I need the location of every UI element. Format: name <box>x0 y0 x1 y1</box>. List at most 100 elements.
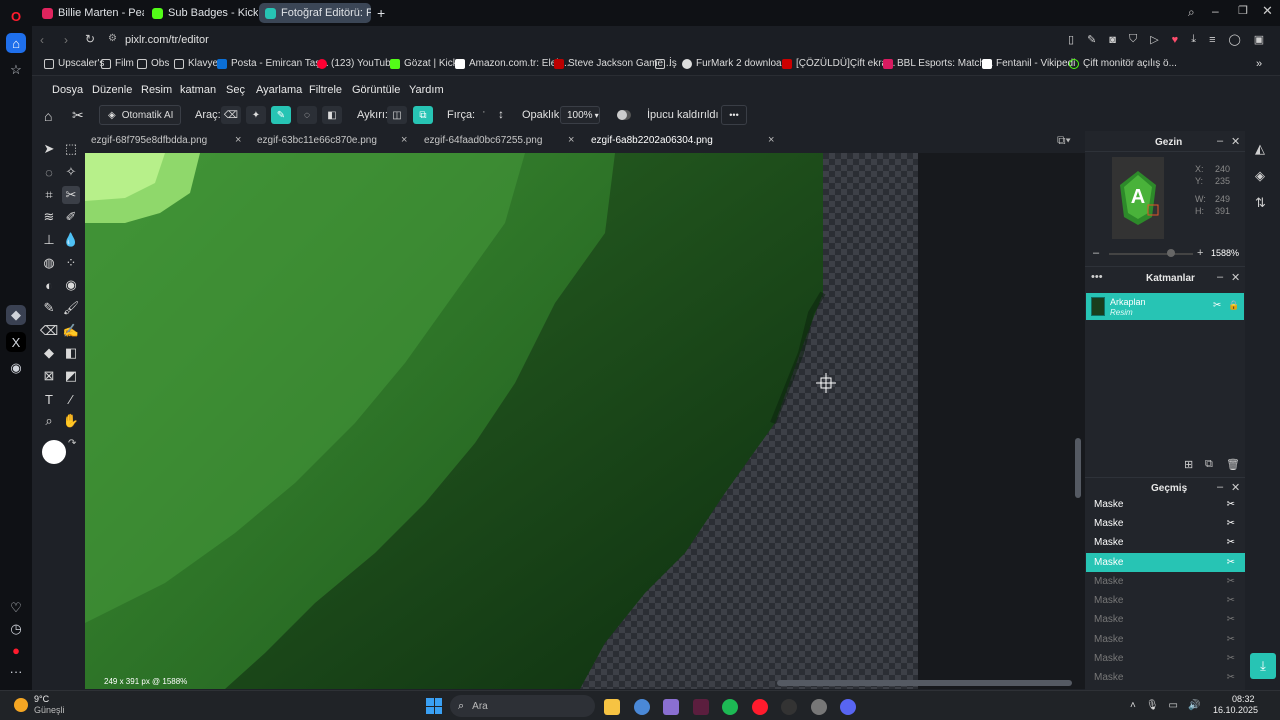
history-icon[interactable]: ◷ <box>6 619 26 639</box>
bookmark-folder[interactable]: Obs <box>137 58 169 69</box>
tool-eraser-button[interactable]: ⌫ <box>221 106 241 124</box>
browser-tab[interactable]: Sub Badges - Kick Dashb <box>146 3 258 23</box>
favorite-heart-icon[interactable]: ♥ <box>1172 34 1179 46</box>
document-tab[interactable]: ezgif-68f795e8dfbdda.png <box>91 135 207 146</box>
zoom-out-icon[interactable]: – <box>1093 247 1099 259</box>
tool-magic-button[interactable]: ✦ <box>246 106 266 124</box>
fill-tool-icon[interactable]: ◆ <box>40 344 58 362</box>
menu-file[interactable]: Dosya <box>52 84 83 96</box>
player-icon[interactable]: ▷ <box>1150 33 1158 46</box>
spotify-icon[interactable] <box>722 699 738 715</box>
lasso-tool-icon[interactable]: ◌ <box>40 163 58 181</box>
gear-app-icon[interactable] <box>811 699 827 715</box>
menu-edit[interactable]: Düzenle <box>92 84 132 96</box>
forward-icon[interactable]: › <box>64 33 68 47</box>
reload-icon[interactable]: ↻ <box>85 32 95 46</box>
close-tab-icon[interactable]: × <box>401 134 407 146</box>
horizontal-scrollbar[interactable] <box>777 680 1072 686</box>
marquee-tool-icon[interactable]: ⬚ <box>62 140 80 158</box>
pencil-tool-icon[interactable]: ✎ <box>40 299 58 317</box>
history-item[interactable]: Maske ✂ <box>1086 514 1245 533</box>
cutout-icon[interactable]: ✂ <box>1213 300 1221 311</box>
menu-layer[interactable]: katman <box>180 84 216 96</box>
history-item[interactable]: Maske ✂ <box>1086 572 1245 591</box>
pinboard-icon[interactable]: ☆ <box>6 60 26 80</box>
zoom-slider[interactable] <box>1109 253 1193 255</box>
drop-tool-icon[interactable]: 💧 <box>62 231 80 249</box>
frame-tool-icon[interactable]: ⊠ <box>40 367 58 385</box>
app-icon[interactable] <box>663 699 679 715</box>
collapse-icon[interactable]: – <box>1217 271 1223 283</box>
layers-options-icon[interactable]: ••• <box>1091 271 1103 283</box>
bookmark-link[interactable]: Amazon.com.tr: Elek... <box>455 58 570 69</box>
delete-layer-icon[interactable]: 🗑 <box>1226 458 1240 471</box>
x-twitter-icon[interactable]: X <box>6 332 26 352</box>
editor-app-icon[interactable] <box>693 699 709 715</box>
windows-start-icon[interactable] <box>426 698 442 714</box>
cutout-tool-icon[interactable]: ✂ <box>62 186 80 204</box>
vertical-scrollbar[interactable] <box>1075 438 1081 498</box>
mode-subtract-button[interactable]: ⧉ <box>413 106 433 124</box>
menu-adjust[interactable]: Ayarlama <box>256 84 302 96</box>
opera-small-icon[interactable]: ● <box>6 640 26 660</box>
close-tab-icon[interactable]: × <box>768 134 774 146</box>
close-panel-icon[interactable]: ✕ <box>1231 271 1240 284</box>
home-icon[interactable]: ⌂ <box>44 108 52 124</box>
bookmark-link[interactable]: FurMark 2 downloa... <box>682 58 790 69</box>
layers-rail-icon[interactable]: ◈ <box>1255 168 1265 184</box>
layer-item[interactable]: Arkaplan Resim ✂ 🔒 <box>1086 293 1244 320</box>
home-icon[interactable]: ⌂ <box>6 33 26 53</box>
document-tab-active[interactable]: ezgif-6a8b2202a06304.png <box>591 135 713 146</box>
heal-tool-icon[interactable]: ✐ <box>62 208 80 226</box>
maximize-icon[interactable]: ❐ <box>1238 4 1248 17</box>
stamp-tool-icon[interactable]: ⊥ <box>40 231 58 249</box>
swap-colors-icon[interactable]: ↷ <box>68 438 76 449</box>
close-tab-icon[interactable]: × <box>568 134 574 146</box>
discord-icon[interactable] <box>840 699 856 715</box>
bookmark-folder[interactable]: Film <box>101 58 134 69</box>
tool-lasso-button[interactable]: ◌ <box>297 106 317 124</box>
menu-select[interactable]: Seç <box>226 84 245 96</box>
extension-icon[interactable]: ▣ <box>1254 33 1264 46</box>
browser-tab-active[interactable]: Fotoğraf Editörü: Pixlr E × <box>259 3 371 23</box>
tool-rect-button[interactable]: ◧ <box>322 106 342 124</box>
text-tool-icon[interactable]: T <box>40 390 58 408</box>
bookmark-link[interactable]: Gözat | Kick <box>390 58 458 69</box>
history-item[interactable]: Maske ✂ <box>1086 610 1245 629</box>
navigator-thumbnail[interactable]: A <box>1112 157 1164 239</box>
volume-icon[interactable]: 🔊 <box>1188 700 1200 711</box>
display-icon[interactable]: ▭ <box>1169 700 1178 711</box>
bookmark-folder[interactable]: Klavye <box>174 58 218 69</box>
close-tab-icon[interactable]: × <box>235 134 241 146</box>
minimize-icon[interactable]: – <box>1212 4 1219 18</box>
document-tab[interactable]: ezgif-63bc11e66c870e.png <box>257 135 377 146</box>
smudge-tool-icon[interactable]: ✍ <box>62 322 80 340</box>
crop-tool-icon[interactable]: ⌗ <box>40 186 58 204</box>
collapse-icon[interactable]: – <box>1217 481 1223 493</box>
close-panel-icon[interactable]: ✕ <box>1231 481 1240 494</box>
window-layout-icon[interactable]: ⧉▾ <box>1057 133 1071 148</box>
zoom-slider-handle[interactable] <box>1167 249 1175 257</box>
brush-arrows-icon[interactable]: ↕ <box>498 107 504 121</box>
bookmark-link[interactable]: [ÇÖZÜLDÜ]Çift ekra... <box>782 58 895 69</box>
navigator-rail-icon[interactable]: ◭ <box>1255 141 1265 157</box>
camera-icon[interactable]: ◙ <box>1109 34 1116 46</box>
aria-icon[interactable]: ◆ <box>6 305 26 325</box>
menu-icon[interactable]: ≡ <box>1209 34 1215 46</box>
history-item[interactable]: Maske ✂ <box>1086 591 1245 610</box>
eyedropper-tool-icon[interactable]: ⁄ <box>62 390 80 408</box>
wand-tool-icon[interactable]: ✧ <box>62 163 80 181</box>
bookmark-link[interactable]: Steve Jackson Game... <box>554 58 671 69</box>
menu-help[interactable]: Yardım <box>409 84 444 96</box>
arrange-tool-icon[interactable]: ➤ <box>40 140 58 158</box>
hand-tool-icon[interactable]: ✋ <box>62 412 80 430</box>
shape-tool-icon[interactable]: ◩ <box>62 367 80 385</box>
zoom-in-icon[interactable]: + <box>1197 247 1203 259</box>
new-tab-button[interactable]: + <box>375 3 391 23</box>
clock-time[interactable]: 08:32 <box>1232 694 1255 704</box>
opera-logo-icon[interactable]: O <box>6 6 26 26</box>
search-tabs-icon[interactable]: ⌕ <box>1188 5 1195 20</box>
menu-view[interactable]: Görüntüle <box>352 84 400 96</box>
brush-size-dot[interactable]: · <box>482 106 486 118</box>
history-item[interactable]: Maske ✂ <box>1086 630 1245 649</box>
